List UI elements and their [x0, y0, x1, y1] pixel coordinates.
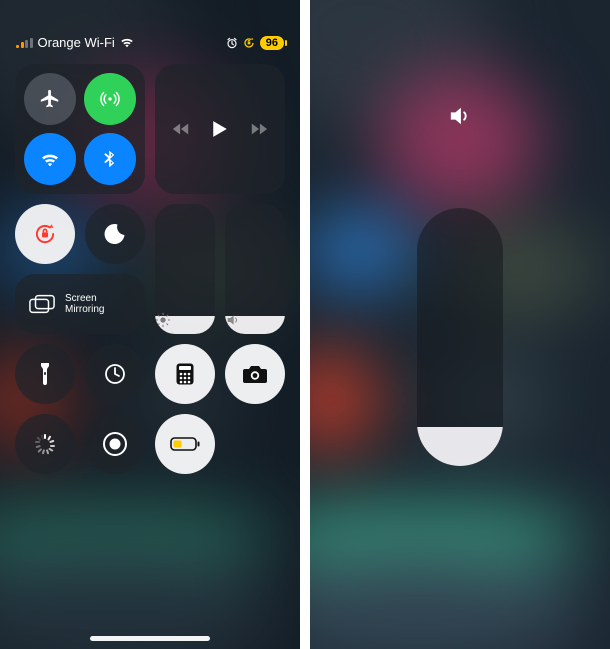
wifi-status-icon: [120, 37, 134, 48]
volume-hud-screen: [310, 0, 610, 649]
battery-indicator: 96: [260, 36, 284, 50]
flashlight-button[interactable]: [15, 344, 75, 404]
brightness-icon: [155, 312, 215, 328]
screen-record-button[interactable]: [85, 414, 145, 474]
volume-icon: [225, 312, 285, 328]
calculator-button[interactable]: [155, 344, 215, 404]
volume-hud-slider[interactable]: [417, 208, 503, 466]
alarm-icon: [226, 37, 238, 49]
bluetooth-toggle[interactable]: [84, 133, 136, 185]
wifi-toggle[interactable]: [24, 133, 76, 185]
loading-button[interactable]: [15, 414, 75, 474]
status-bar: Orange Wi-Fi 96: [16, 0, 284, 56]
orientation-lock-toggle[interactable]: [15, 204, 75, 264]
connectivity-panel[interactable]: [15, 64, 145, 194]
camera-button[interactable]: [225, 344, 285, 404]
control-center-grid: Screen Mirroring: [16, 64, 284, 474]
do-not-disturb-toggle[interactable]: [85, 204, 145, 264]
screen-mirroring-icon: [29, 294, 55, 314]
volume-hud-fill: [417, 427, 503, 466]
battery-percent: 96: [266, 37, 278, 49]
airplane-mode-toggle[interactable]: [24, 73, 76, 125]
rewind-button[interactable]: [172, 122, 190, 136]
orientation-lock-status-icon: [243, 37, 255, 49]
play-button[interactable]: [212, 120, 228, 138]
signal-bars-icon: [16, 38, 33, 48]
low-power-icon: [170, 437, 200, 451]
timer-button[interactable]: [85, 344, 145, 404]
volume-hud-icon: [449, 106, 471, 126]
volume-slider[interactable]: [225, 204, 285, 334]
cellular-data-toggle[interactable]: [84, 73, 136, 125]
screen-mirroring-button[interactable]: Screen Mirroring: [15, 274, 145, 334]
media-panel[interactable]: [155, 64, 285, 194]
control-center-screen: Orange Wi-Fi 96: [0, 0, 300, 649]
low-power-mode-toggle[interactable]: [155, 414, 215, 474]
home-indicator[interactable]: [90, 636, 210, 641]
screen-mirroring-label: Screen Mirroring: [65, 293, 121, 315]
forward-button[interactable]: [250, 122, 268, 136]
carrier-label: Orange Wi-Fi: [38, 35, 115, 50]
brightness-slider[interactable]: [155, 204, 215, 334]
